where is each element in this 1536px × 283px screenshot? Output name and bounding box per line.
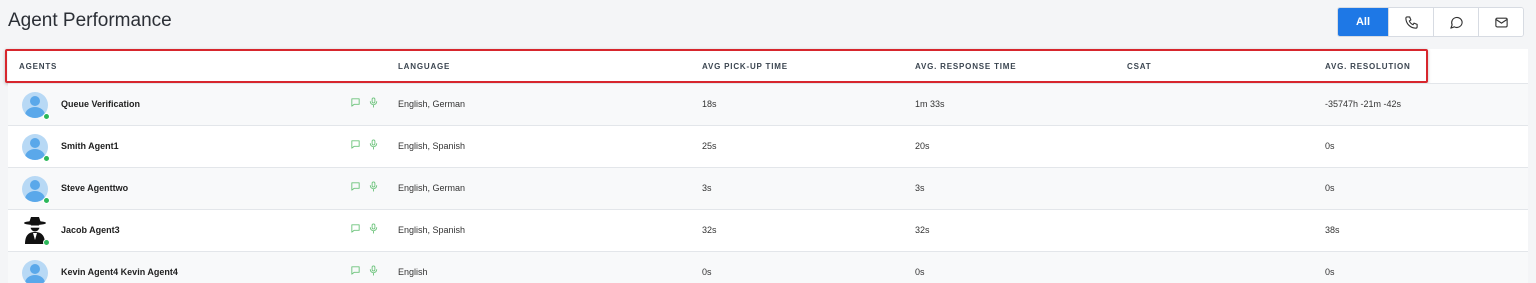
mail-icon xyxy=(1494,17,1508,27)
channel-filter-group: All xyxy=(1337,7,1524,37)
language-cell: English, Spanish xyxy=(398,141,466,151)
chat-bubble-icon xyxy=(1449,16,1463,29)
agent-name[interactable]: Steve Agenttwo xyxy=(61,183,128,193)
page-title: Agent Performance xyxy=(8,10,172,31)
agent-channels xyxy=(350,265,379,276)
header-avg-resolution[interactable]: AVG. RESOLUTION xyxy=(1325,62,1411,71)
header-csat[interactable]: CSAT xyxy=(1127,62,1151,71)
agent-channels xyxy=(350,181,379,192)
chat-channel-icon xyxy=(351,224,360,233)
header-avg-pickup-time[interactable]: AVG PICK-UP TIME xyxy=(702,62,788,71)
online-status-dot xyxy=(43,239,50,246)
microphone-icon xyxy=(369,223,378,234)
table-body: Queue Verification English, German 18s 1… xyxy=(8,83,1528,283)
header-language[interactable]: LANGUAGE xyxy=(398,62,450,71)
chat-channel-icon xyxy=(351,266,360,275)
agent-name[interactable]: Jacob Agent3 xyxy=(61,225,120,235)
language-cell: English, German xyxy=(398,99,466,109)
resolution-cell: 0s xyxy=(1325,183,1335,193)
response-time-cell: 1m 33s xyxy=(915,99,945,109)
language-cell: English xyxy=(398,267,428,277)
microphone-icon xyxy=(369,265,378,276)
filter-phone-button[interactable] xyxy=(1388,8,1433,36)
pickup-time-cell: 25s xyxy=(702,141,717,151)
table-row[interactable]: Jacob Agent3 English, Spanish 32s 32s 38… xyxy=(8,209,1528,251)
agent-performance-table: AGENTS LANGUAGE AVG PICK-UP TIME AVG. RE… xyxy=(5,49,1528,283)
table-row[interactable]: Kevin Agent4 Kevin Agent4 English 0s 0s … xyxy=(8,251,1528,283)
resolution-cell: 38s xyxy=(1325,225,1340,235)
filter-all-button[interactable]: All xyxy=(1338,8,1388,36)
table-row[interactable]: Smith Agent1 English, Spanish 25s 20s 0s xyxy=(8,125,1528,167)
agent-name[interactable]: Smith Agent1 xyxy=(61,141,119,151)
header-avg-response-time[interactable]: AVG. RESPONSE TIME xyxy=(915,62,1016,71)
filter-chat-button[interactable] xyxy=(1433,8,1478,36)
online-status-dot xyxy=(43,113,50,120)
language-cell: English, German xyxy=(398,183,466,193)
chat-channel-icon xyxy=(351,140,360,149)
agent-channels xyxy=(350,97,379,108)
resolution-cell: 0s xyxy=(1325,267,1335,277)
online-status-dot xyxy=(43,197,50,204)
language-cell: English, Spanish xyxy=(398,225,466,235)
agent-channels xyxy=(350,223,379,234)
resolution-cell: 0s xyxy=(1325,141,1335,151)
pickup-time-cell: 3s xyxy=(702,183,712,193)
table-row[interactable]: Steve Agenttwo English, German 3s 3s 0s xyxy=(8,167,1528,209)
response-time-cell: 0s xyxy=(915,267,925,277)
resolution-cell: -35747h -21m -42s xyxy=(1325,99,1402,109)
chat-channel-icon xyxy=(351,98,360,107)
filter-email-button[interactable] xyxy=(1478,8,1523,36)
phone-icon xyxy=(1404,15,1418,29)
header-agents[interactable]: AGENTS xyxy=(19,62,57,71)
microphone-icon xyxy=(369,97,378,108)
pickup-time-cell: 0s xyxy=(702,267,712,277)
table-header-row: AGENTS LANGUAGE AVG PICK-UP TIME AVG. RE… xyxy=(5,49,1528,83)
response-time-cell: 3s xyxy=(915,183,925,193)
pickup-time-cell: 18s xyxy=(702,99,717,109)
agent-name[interactable]: Kevin Agent4 Kevin Agent4 xyxy=(61,267,178,277)
chat-channel-icon xyxy=(351,182,360,191)
agent-name[interactable]: Queue Verification xyxy=(61,99,140,109)
agent-channels xyxy=(350,139,379,150)
table-row[interactable]: Queue Verification English, German 18s 1… xyxy=(8,83,1528,125)
microphone-icon xyxy=(369,181,378,192)
response-time-cell: 20s xyxy=(915,141,930,151)
online-status-dot xyxy=(43,155,50,162)
avatar xyxy=(22,260,48,283)
microphone-icon xyxy=(369,139,378,150)
pickup-time-cell: 32s xyxy=(702,225,717,235)
response-time-cell: 32s xyxy=(915,225,930,235)
